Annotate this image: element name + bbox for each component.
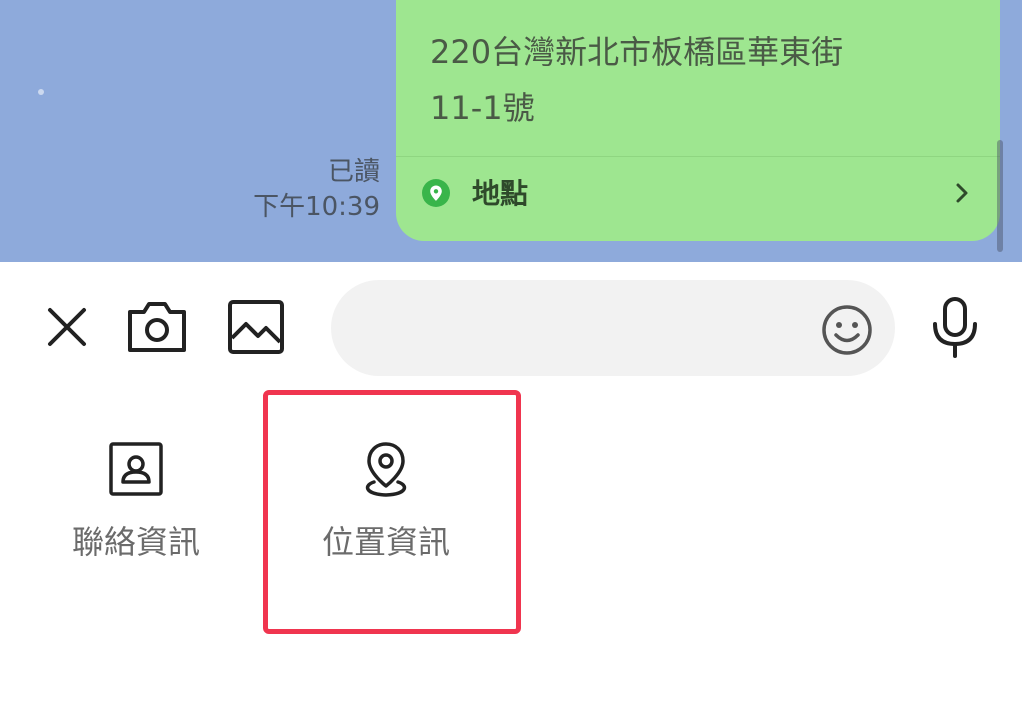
- emoji-icon: [822, 305, 872, 355]
- read-status: 已讀: [327, 157, 380, 187]
- chat-history: 已讀 下午10:39 220台灣新北市板橋區華東街 11-1號 地點: [0, 0, 1022, 262]
- attach-location-label: 位置資訊: [321, 523, 450, 561]
- location-address: 220台灣新北市板橋區華東街 11-1號: [430, 24, 950, 136]
- close-icon: [48, 308, 86, 346]
- message-input-container[interactable]: [331, 280, 895, 378]
- image-icon: [228, 300, 284, 354]
- camera-icon: [128, 302, 186, 352]
- camera-button[interactable]: [126, 300, 188, 354]
- location-pin-icon: [365, 442, 407, 497]
- emoji-button[interactable]: [821, 304, 873, 356]
- location-message-bubble[interactable]: 220台灣新北市板橋區華東街 11-1號 地點: [396, 0, 1000, 241]
- attach-contact-button[interactable]: 聯絡資訊: [36, 440, 236, 580]
- message-meta: 已讀 下午10:39: [253, 155, 380, 225]
- attach-contact-label: 聯絡資訊: [71, 523, 200, 561]
- address-line-1: 220台灣新北市板橋區華東街: [430, 33, 844, 71]
- open-location-button[interactable]: 地點: [396, 157, 1000, 241]
- message-input-bar: [0, 262, 1022, 390]
- voice-input-button[interactable]: [930, 296, 980, 360]
- chevron-right-icon: [956, 183, 968, 203]
- location-pin-icon: [422, 179, 450, 207]
- message-timestamp: 下午10:39: [253, 192, 380, 222]
- background-speck: [38, 89, 44, 95]
- address-line-2: 11-1號: [430, 89, 535, 127]
- location-label: 地點: [472, 177, 529, 210]
- close-attachments-button[interactable]: [44, 304, 90, 350]
- microphone-icon: [933, 297, 977, 358]
- contact-card-icon: [109, 442, 163, 496]
- attachment-panel: 聯絡資訊 位置資訊: [0, 390, 1022, 711]
- gallery-button[interactable]: [226, 298, 286, 356]
- attach-location-button[interactable]: 位置資訊: [286, 440, 486, 580]
- chat-scrollbar[interactable]: [997, 140, 1003, 252]
- message-input[interactable]: [359, 280, 823, 378]
